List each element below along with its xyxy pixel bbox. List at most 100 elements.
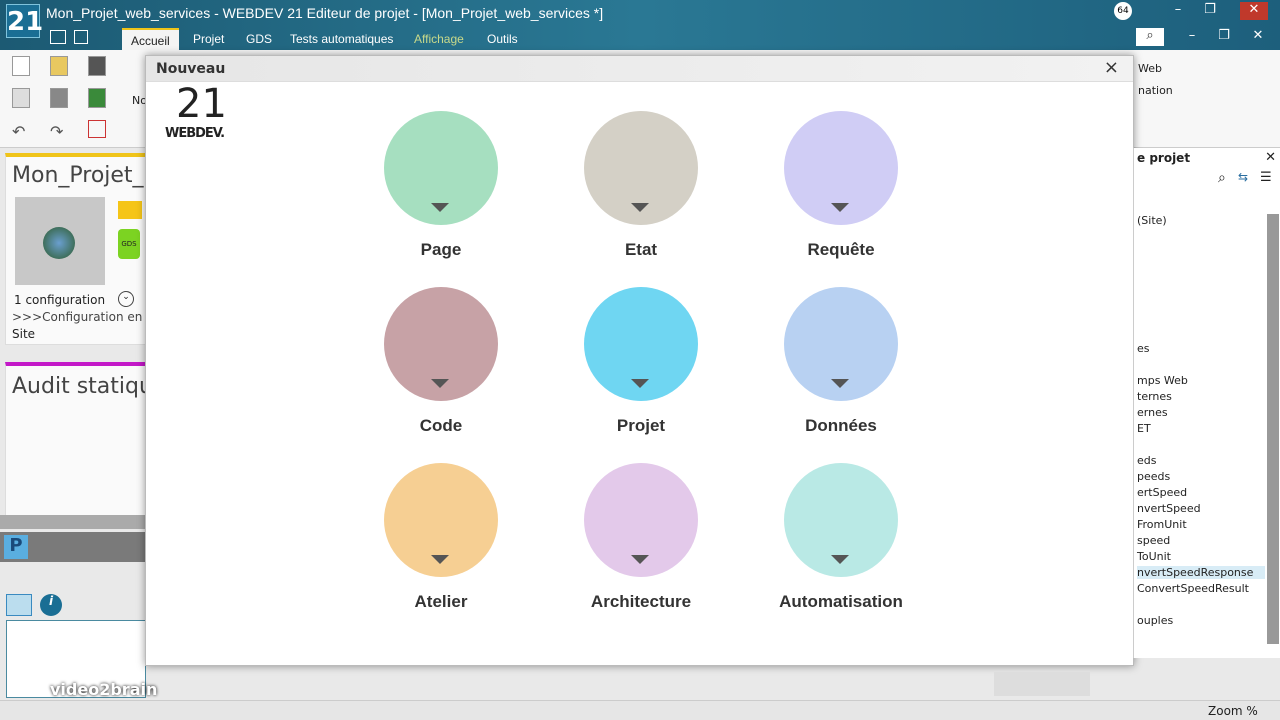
list-icon[interactable] [74,30,88,44]
audit-title[interactable]: Audit statiqu [12,374,153,399]
globe-icon [43,227,75,259]
tree-item[interactable]: nvertSpeed [1137,502,1201,515]
tree-item[interactable]: ternes [1137,390,1172,403]
caret-down-icon [631,379,649,388]
audit-panel: Audit statiqu [5,362,153,517]
tree-item[interactable]: speed [1137,534,1170,547]
search-icon[interactable]: ⌕ [1218,170,1226,186]
info-icon[interactable]: i [40,594,62,616]
dialog-close-button[interactable]: × [1104,57,1119,78]
item-label: Données [805,416,877,435]
project-icon[interactable]: P [4,535,28,559]
tab-accueil[interactable]: Accueil [122,28,179,50]
open-project-icon[interactable] [50,56,68,76]
tab-outils[interactable]: Outils [478,28,527,50]
close-button[interactable]: ✕ [1240,2,1268,20]
tree-item[interactable]: ertSpeed [1137,486,1187,499]
tree-item[interactable]: eds [1137,454,1156,467]
horizontal-scrollbar[interactable] [0,515,150,529]
architecture-icon [584,463,698,577]
watermark: video2brain [50,680,158,699]
tab-projet[interactable]: Projet [184,28,233,50]
restore-button[interactable]: ❐ [1196,2,1224,20]
window-title: Mon_Projet_web_services - WEBDEV 21 Edit… [46,5,604,21]
app-logo: 21 [6,4,43,38]
config-line: >>>Configuration en c [12,310,153,324]
grid-icon[interactable] [50,30,66,44]
diagram-icon[interactable] [88,120,106,138]
redo-icon[interactable]: ↷ [50,122,63,141]
caret-down-icon [831,203,849,212]
project-explorer: e projet ✕ ⌕ ⇆ ☰ (Site) es mps Web ternes er… [1133,148,1280,658]
new-item-architecture[interactable]: Architecture [541,463,741,633]
tree-item[interactable]: FromUnit [1137,518,1187,531]
sync-icon[interactable]: ⇆ [1238,170,1248,184]
save-icon[interactable] [88,56,106,76]
new-item-code[interactable]: Code [341,287,541,457]
project-icon [584,287,698,401]
web-page-icon [384,111,498,225]
tree-item[interactable]: mps Web [1137,374,1188,387]
new-item-atelier[interactable]: Atelier [341,463,541,633]
new-item-données[interactable]: Données [741,287,941,457]
caret-down-icon [431,555,449,564]
new-item-etat[interactable]: Etat [541,111,741,281]
folder-icon[interactable] [118,201,142,219]
minimize-button[interactable]: – [1164,2,1192,20]
code-icon [384,287,498,401]
ribbon-web-option[interactable]: Web [1138,62,1162,75]
tree-item[interactable]: ConvertSpeedResult [1137,582,1249,595]
tree-item[interactable]: ToUnit [1137,550,1171,563]
item-label: Requête [807,240,875,259]
brand-name: WEBDEV. [165,126,225,141]
project-thumbnail[interactable] [15,197,105,285]
search-icon[interactable]: ⌕ [1136,28,1164,46]
item-label: Etat [624,240,658,259]
item-label: Atelier [414,592,468,611]
tree-item[interactable]: peeds [1137,470,1170,483]
item-label: Projet [616,416,666,435]
test-icon[interactable] [12,88,30,108]
tree-item[interactable]: ET [1137,422,1151,435]
report-icon [584,111,698,225]
ribbon-close-button[interactable]: ✕ [1244,28,1272,46]
tools-icon [384,463,498,577]
tree-item[interactable]: (Site) [1137,214,1167,227]
bit-badge: 64 [1114,2,1132,20]
search-results-icon[interactable] [6,594,32,616]
gds-icon[interactable]: GDS [118,229,140,259]
zoom-label: Zoom % [1208,704,1258,718]
undo-icon[interactable]: ↶ [12,122,25,141]
new-item-automatisation[interactable]: Automatisation [741,463,941,633]
new-item-requête[interactable]: Requête [741,111,941,281]
explorer-tree: (Site) es mps Web ternes ernes ET eds peeds ertS… [1134,192,1266,658]
config-count: 1 configuration [14,293,106,307]
caret-down-icon [631,555,649,564]
new-item-projet[interactable]: Projet [541,287,741,457]
tree-item[interactable]: ernes [1137,406,1168,419]
ribbon-minimize-button[interactable]: – [1178,28,1206,46]
status-bar: Zoom % [0,700,1280,720]
explorer-close-icon[interactable]: ✕ [1265,150,1276,165]
tab-tests[interactable]: Tests automatiques [281,28,402,50]
tab-affichage[interactable]: Affichage [405,28,473,50]
tree-item[interactable]: es [1137,342,1150,355]
explorer-tabs[interactable] [994,672,1090,696]
settings-icon[interactable]: ☰ [1260,170,1272,185]
caret-down-icon [431,203,449,212]
caret-down-icon [631,203,649,212]
new-file-icon[interactable] [12,56,30,76]
ribbon-restore-button[interactable]: ❐ [1210,28,1238,46]
vertical-scrollbar[interactable] [1267,214,1279,644]
tab-gds[interactable]: GDS [237,28,281,50]
tree-item[interactable]: nvertSpeedResponse [1137,566,1265,579]
dialog-header: Nouveau × [146,56,1133,82]
config-type: Site [12,327,36,341]
go-icon[interactable] [50,88,68,108]
tree-item[interactable]: ouples [1137,614,1173,627]
project-title[interactable]: Mon_Projet_ [12,163,150,188]
new-item-page[interactable]: Page [341,111,541,281]
ribbon-nation-option[interactable]: nation [1138,84,1173,97]
go-page-icon[interactable] [88,88,106,108]
chevron-down-icon[interactable]: ⌄ [118,291,134,307]
